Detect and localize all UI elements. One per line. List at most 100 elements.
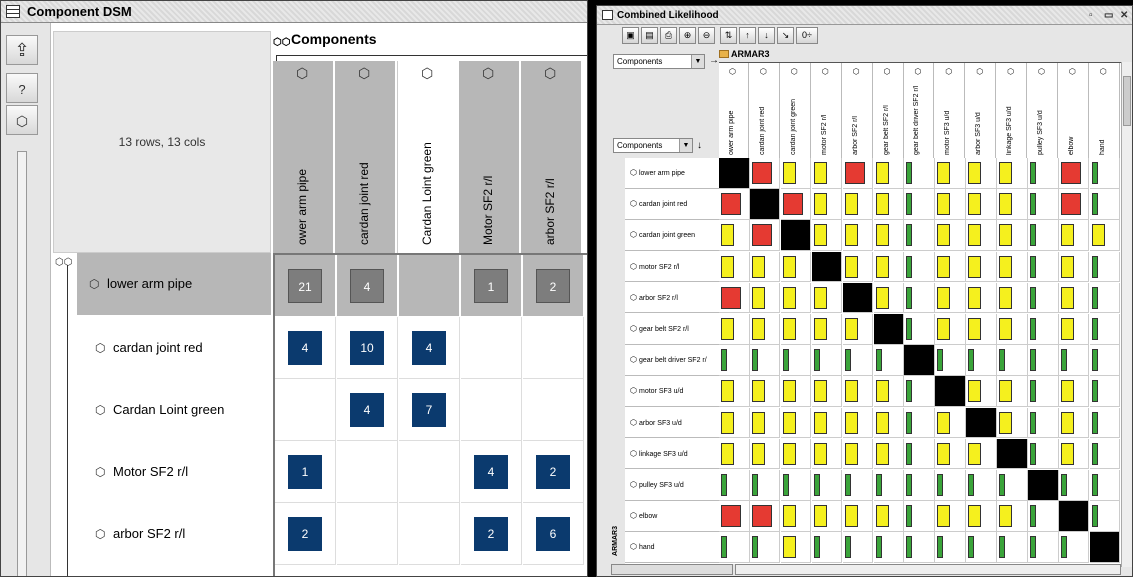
likelihood-cell[interactable] [1058,345,1090,376]
likelihood-cell[interactable] [719,470,750,501]
likelihood-cell[interactable] [873,501,904,532]
likelihood-cell[interactable] [997,407,1028,439]
likelihood-cell[interactable] [997,345,1028,376]
likelihood-column-header[interactable]: ⬡ gear belt driver SF2 r/l [904,63,935,159]
scrollbar-thumb[interactable] [1123,76,1131,126]
zoom-slider[interactable] [17,151,27,576]
print-button[interactable]: ⎙ [660,27,677,44]
likelihood-cell[interactable] [935,220,966,251]
likelihood-row-header[interactable]: ⬡ hand [625,532,720,563]
likelihood-cell[interactable] [904,282,935,314]
likelihood-row-header[interactable]: ⬡ elbow [625,501,720,532]
likelihood-column-header[interactable]: ⬡ ower arm pipe [719,63,749,159]
likelihood-cell[interactable] [873,220,904,251]
dsm-column-header[interactable]: ⬡ ower arm pipe [273,61,334,253]
likelihood-cell[interactable] [842,189,874,220]
likelihood-cell[interactable] [997,251,1028,283]
likelihood-cell[interactable] [811,376,843,407]
likelihood-cell[interactable] [997,470,1028,501]
dsm-cell[interactable]: 7 [399,379,460,441]
likelihood-cell[interactable] [904,314,935,345]
likelihood-cell[interactable] [966,470,997,501]
likelihood-cell[interactable] [749,438,781,470]
dsm-cell[interactable]: 4 [461,441,522,503]
dsm-cell[interactable] [399,503,460,565]
likelihood-cell[interactable] [842,532,874,563]
likelihood-cell[interactable] [780,314,812,345]
likelihood-cell[interactable] [1028,158,1059,189]
likelihood-cell[interactable] [842,314,874,345]
likelihood-cell[interactable] [904,251,935,283]
likelihood-cell[interactable] [719,282,750,314]
likelihood-cell[interactable] [873,438,904,470]
likelihood-cell[interactable] [719,189,750,220]
likelihood-column-header[interactable]: ⬡ arbor SF3 u/d [966,63,997,159]
likelihood-cell[interactable] [749,220,781,251]
likelihood-cell[interactable] [904,345,935,376]
likelihood-cell[interactable] [1028,470,1059,501]
likelihood-cell[interactable] [997,189,1028,220]
horizontal-scrollbar[interactable] [735,564,1121,575]
export-button[interactable]: ⇪ [6,35,38,65]
sort-down-button[interactable]: ↓ [758,27,775,44]
likelihood-cell[interactable] [1058,376,1090,407]
likelihood-cell[interactable] [873,282,904,314]
likelihood-cell[interactable] [1028,220,1059,251]
likelihood-cell[interactable] [811,532,843,563]
likelihood-cell[interactable] [873,470,904,501]
dsm-row-header[interactable]: ⬡ lower arm pipe [77,253,271,315]
likelihood-column-header[interactable]: ⬡ hand [1090,63,1120,159]
likelihood-cell[interactable] [719,251,750,283]
likelihood-cell[interactable] [842,501,874,532]
likelihood-cell[interactable] [719,314,750,345]
likelihood-cell[interactable] [1058,407,1090,439]
likelihood-cell[interactable] [935,407,966,439]
likelihood-cell[interactable] [904,501,935,532]
dsm-cell[interactable]: 1 [461,255,522,317]
likelihood-cell[interactable] [749,314,781,345]
likelihood-cell[interactable] [1028,345,1059,376]
likelihood-cell[interactable] [904,158,935,189]
likelihood-cell[interactable] [1028,189,1059,220]
likelihood-cell[interactable] [780,407,812,439]
likelihood-cell[interactable] [1058,220,1090,251]
likelihood-cell[interactable] [1089,314,1121,345]
likelihood-column-header[interactable]: ⬡ arbor SF2 r/l [843,63,873,159]
sort-up-button[interactable]: ↑ [739,27,756,44]
likelihood-cell[interactable] [873,189,904,220]
likelihood-cell[interactable] [842,220,874,251]
dsm-cell[interactable]: 2 [523,441,584,503]
dsm-cell[interactable] [337,503,398,565]
likelihood-cell[interactable] [1089,345,1121,376]
likelihood-cell[interactable] [997,501,1028,532]
dsm-cell[interactable] [399,441,460,503]
sort-button[interactable]: ⇅ [720,27,737,44]
likelihood-cell[interactable] [935,158,966,189]
likelihood-cell[interactable] [873,314,904,345]
likelihood-cell[interactable] [749,532,781,563]
likelihood-cell[interactable] [842,470,874,501]
minimize-icon[interactable]: ▫ [1089,6,1093,25]
likelihood-cell[interactable] [1058,314,1090,345]
likelihood-cell[interactable] [811,345,843,376]
row-header-scrollbar[interactable] [611,564,733,575]
likelihood-column-header[interactable]: ⬡ gear belt SF2 r/l [874,63,904,159]
likelihood-cell[interactable] [997,376,1028,407]
likelihood-cell[interactable] [1058,438,1090,470]
likelihood-cell[interactable] [997,158,1028,189]
likelihood-cell[interactable] [1028,376,1059,407]
likelihood-row-header[interactable]: ⬡ lower arm pipe [625,158,720,189]
likelihood-cell[interactable] [719,407,750,439]
likelihood-cell[interactable] [1058,282,1090,314]
likelihood-cell[interactable] [811,282,843,314]
likelihood-cell[interactable] [749,189,781,220]
dsm-cell[interactable] [337,441,398,503]
dsm-cell[interactable] [275,379,336,441]
likelihood-cell[interactable] [966,220,997,251]
likelihood-cell[interactable] [749,376,781,407]
likelihood-cell[interactable] [1028,438,1059,470]
dsm-cell[interactable]: 2 [275,503,336,565]
likelihood-cell[interactable] [1089,282,1121,314]
likelihood-cell[interactable] [780,345,812,376]
likelihood-cell[interactable] [966,501,997,532]
